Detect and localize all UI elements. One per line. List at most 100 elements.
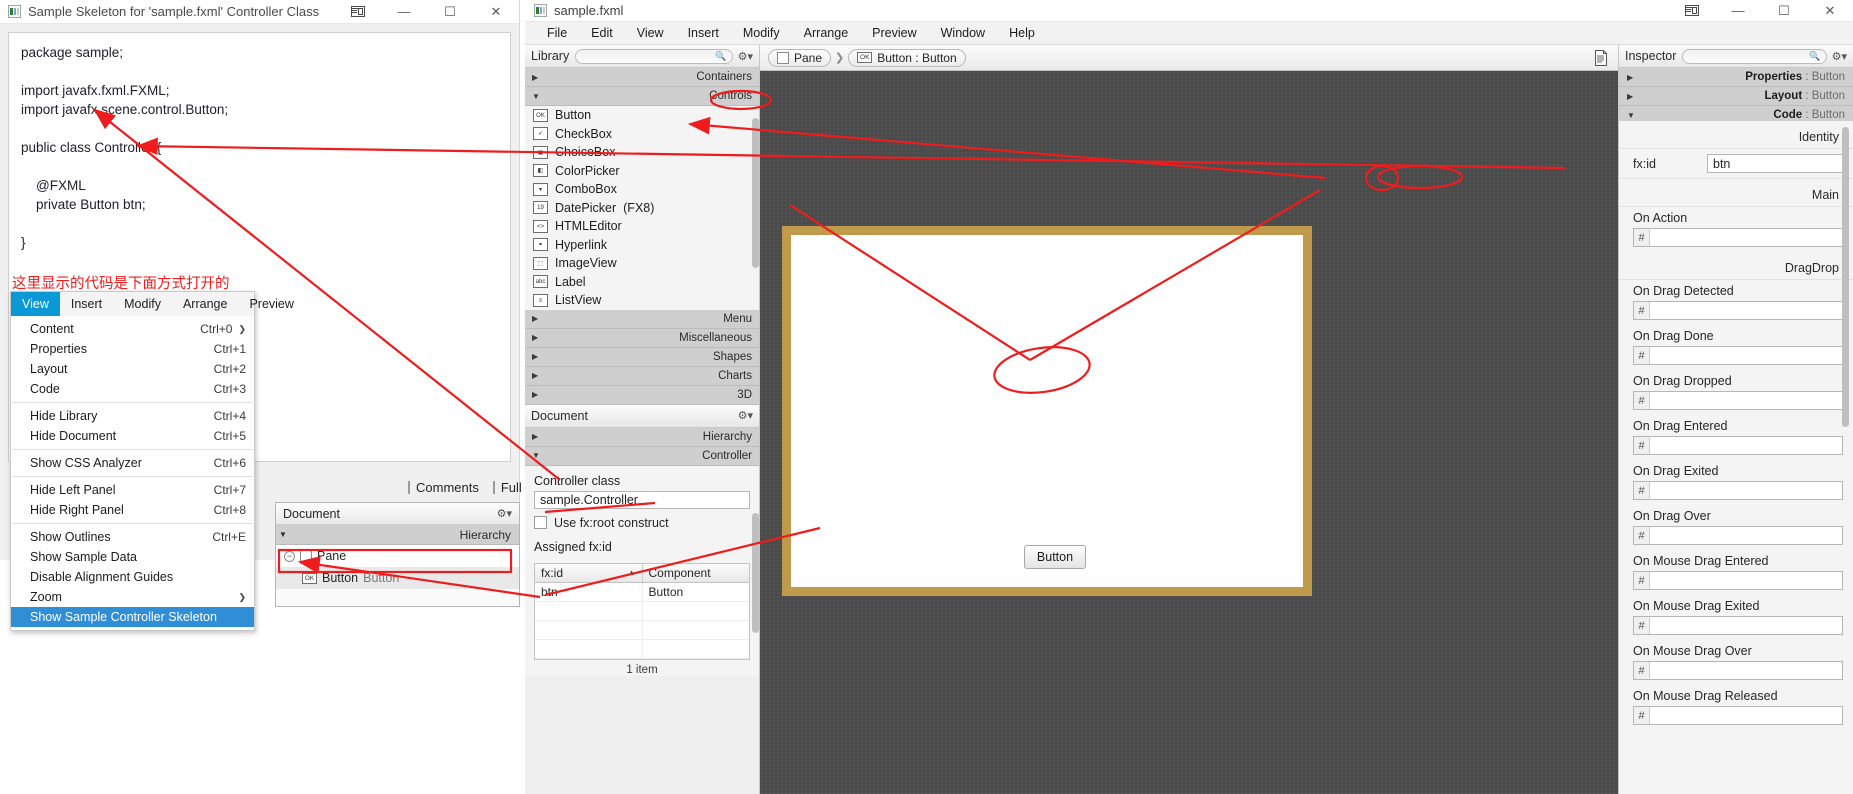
library-section-charts[interactable]: ▶Charts bbox=[525, 367, 759, 386]
menu-arrange[interactable]: Arrange bbox=[792, 26, 860, 40]
inspector-search-input[interactable]: 🔍 bbox=[1682, 49, 1826, 64]
library-scrollbar[interactable] bbox=[752, 68, 759, 356]
view-menu-item-hide-document[interactable]: Hide DocumentCtrl+5 bbox=[11, 426, 254, 446]
event-input[interactable]: # bbox=[1633, 481, 1843, 500]
library-item-colorpicker[interactable]: ◧ColorPicker bbox=[525, 162, 759, 181]
library-item-label[interactable]: abcLabel bbox=[525, 273, 759, 292]
document-section-controller[interactable]: ▼Controller bbox=[525, 447, 759, 466]
document-icon[interactable] bbox=[1592, 49, 1610, 67]
canvas-button[interactable]: Button bbox=[1024, 545, 1086, 569]
library-item-listview[interactable]: ≡ListView bbox=[525, 291, 759, 310]
column-header-component[interactable]: Component bbox=[643, 564, 750, 582]
library-section-containers[interactable]: ▶Containers bbox=[525, 68, 759, 87]
restore-window-button[interactable] bbox=[1669, 0, 1715, 23]
menu-insert[interactable]: Insert bbox=[676, 26, 731, 40]
view-menu-item-hide-library[interactable]: Hide LibraryCtrl+4 bbox=[11, 406, 254, 426]
disclosure-collapse-icon[interactable]: − bbox=[284, 551, 295, 562]
document-scrollbar-thumb[interactable] bbox=[752, 513, 759, 633]
library-section-shapes[interactable]: ▶Shapes bbox=[525, 348, 759, 367]
root-pane[interactable]: Button bbox=[782, 226, 1312, 596]
close-window-button[interactable]: ✕ bbox=[1807, 0, 1853, 23]
maximize-window-button[interactable]: ☐ bbox=[1761, 0, 1807, 23]
table-row[interactable] bbox=[535, 640, 749, 659]
library-item-combobox[interactable]: ▾ComboBox bbox=[525, 180, 759, 199]
view-menu-item-code[interactable]: CodeCtrl+3 bbox=[11, 379, 254, 399]
document-section-hierarchy[interactable]: ▶Hierarchy bbox=[525, 428, 759, 447]
view-menu-item-show-outlines[interactable]: Show OutlinesCtrl+E bbox=[11, 527, 254, 547]
use-fxroot-checkbox[interactable] bbox=[534, 516, 547, 529]
controller-class-input[interactable]: sample.Controller bbox=[534, 491, 750, 509]
library-search-input[interactable]: 🔍 bbox=[575, 49, 732, 64]
library-item-datepicker[interactable]: 19DatePicker(FX8) bbox=[525, 199, 759, 218]
table-row[interactable]: btnButton bbox=[535, 583, 749, 602]
inspector-scrollbar-thumb[interactable] bbox=[1842, 127, 1849, 427]
inspector-section-properties[interactable]: ▶Properties : Button bbox=[1619, 68, 1853, 87]
minimize-window-button[interactable]: — bbox=[1715, 0, 1761, 23]
library-section-controls[interactable]: ▼Controls bbox=[525, 87, 759, 106]
library-item-button[interactable]: OKButton bbox=[525, 106, 759, 125]
event-input[interactable]: # bbox=[1633, 436, 1843, 455]
view-menu-item-layout[interactable]: LayoutCtrl+2 bbox=[11, 359, 254, 379]
fxid-input[interactable]: btn bbox=[1707, 154, 1843, 173]
popup-menu-insert[interactable]: Insert bbox=[60, 292, 113, 316]
library-item-checkbox[interactable]: ✓CheckBox bbox=[525, 125, 759, 144]
event-input[interactable]: # bbox=[1633, 706, 1843, 725]
library-section-3d[interactable]: ▶3D bbox=[525, 386, 759, 405]
menu-preview[interactable]: Preview bbox=[860, 26, 928, 40]
view-menu-item-content[interactable]: ContentCtrl+0❯ bbox=[11, 319, 254, 339]
gear-icon[interactable]: ⚙▾ bbox=[1832, 50, 1847, 63]
view-menu-item-zoom[interactable]: Zoom❯ bbox=[11, 587, 254, 607]
gear-icon[interactable]: ⚙▾ bbox=[738, 409, 753, 422]
full-checkbox[interactable] bbox=[493, 481, 495, 494]
table-row[interactable] bbox=[535, 621, 749, 640]
restore-window-button[interactable] bbox=[335, 0, 381, 24]
view-menu-item-hide-left-panel[interactable]: Hide Left PanelCtrl+7 bbox=[11, 480, 254, 500]
library-item-hyperlink[interactable]: ⚭Hyperlink bbox=[525, 236, 759, 255]
library-item-imageview[interactable]: ⬚ImageView bbox=[525, 254, 759, 273]
library-item-htmleditor[interactable]: <>HTMLEditor bbox=[525, 217, 759, 236]
event-input[interactable]: # bbox=[1633, 616, 1843, 635]
library-scrollbar-thumb[interactable] bbox=[752, 118, 759, 268]
document-scrollbar[interactable] bbox=[752, 453, 759, 703]
event-input[interactable]: # bbox=[1633, 346, 1843, 365]
event-input[interactable]: # bbox=[1633, 526, 1843, 545]
event-input[interactable]: # bbox=[1633, 571, 1843, 590]
event-input[interactable]: # bbox=[1633, 228, 1843, 247]
comments-checkbox[interactable] bbox=[408, 481, 410, 494]
view-menu-item-show-sample-data[interactable]: Show Sample Data bbox=[11, 547, 254, 567]
maximize-window-button[interactable]: ☐ bbox=[427, 0, 473, 24]
event-input[interactable]: # bbox=[1633, 391, 1843, 410]
column-header-fxid[interactable]: fx:id▲ bbox=[535, 564, 643, 582]
library-section-menu[interactable]: ▶Menu bbox=[525, 310, 759, 329]
library-item-choicebox[interactable]: ▣ChoiceBox bbox=[525, 143, 759, 162]
popup-menu-arrange[interactable]: Arrange bbox=[172, 292, 238, 316]
menu-edit[interactable]: Edit bbox=[579, 26, 625, 40]
breadcrumb-item[interactable]: Pane bbox=[768, 49, 831, 67]
view-menu-item-show-css-analyzer[interactable]: Show CSS AnalyzerCtrl+6 bbox=[11, 453, 254, 473]
inspector-scrollbar[interactable] bbox=[1842, 127, 1849, 697]
tree-row[interactable]: −Pane bbox=[276, 545, 519, 567]
view-menu-item-properties[interactable]: PropertiesCtrl+1 bbox=[11, 339, 254, 359]
menu-view[interactable]: View bbox=[625, 26, 676, 40]
document-popup-hierarchy-header[interactable]: ▼ Hierarchy bbox=[276, 525, 519, 545]
table-row[interactable] bbox=[535, 602, 749, 621]
menu-modify[interactable]: Modify bbox=[731, 26, 792, 40]
popup-menu-modify[interactable]: Modify bbox=[113, 292, 172, 316]
view-menu-item-show-sample-controller-skeleton[interactable]: Show Sample Controller Skeleton bbox=[11, 607, 254, 627]
popup-menu-preview[interactable]: Preview bbox=[238, 292, 304, 316]
tree-row[interactable]: OKButtonButton bbox=[276, 567, 519, 589]
minimize-window-button[interactable]: — bbox=[381, 0, 427, 24]
design-canvas[interactable]: Button bbox=[760, 71, 1618, 794]
view-menu-item-disable-alignment-guides[interactable]: Disable Alignment Guides bbox=[11, 567, 254, 587]
event-input[interactable]: # bbox=[1633, 661, 1843, 680]
library-section-miscellaneous[interactable]: ▶Miscellaneous bbox=[525, 329, 759, 348]
view-menu-item-hide-right-panel[interactable]: Hide Right PanelCtrl+8 bbox=[11, 500, 254, 520]
menu-window[interactable]: Window bbox=[929, 26, 997, 40]
gear-icon[interactable]: ⚙▾ bbox=[738, 50, 753, 63]
event-input[interactable]: # bbox=[1633, 301, 1843, 320]
menu-file[interactable]: File bbox=[535, 26, 579, 40]
gear-icon[interactable]: ⚙▾ bbox=[497, 507, 512, 520]
breadcrumb-item[interactable]: OKButton : Button bbox=[848, 49, 965, 67]
menu-help[interactable]: Help bbox=[997, 26, 1047, 40]
close-window-button[interactable]: ✕ bbox=[473, 0, 519, 24]
